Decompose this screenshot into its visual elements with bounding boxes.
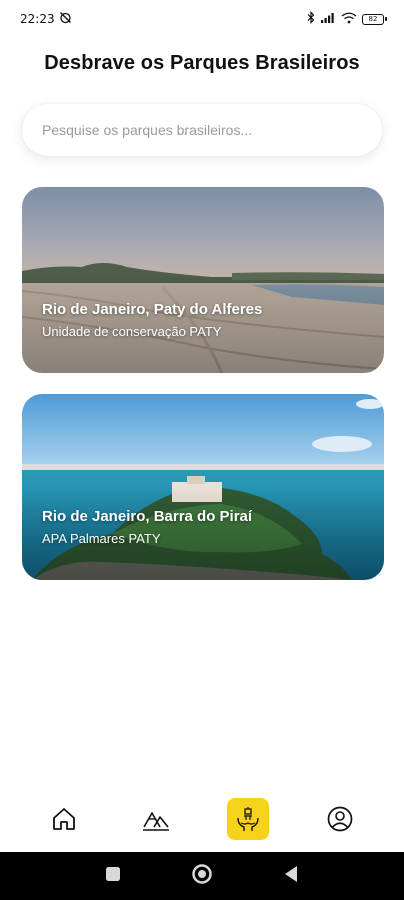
alarm-off-icon: [59, 11, 72, 27]
page-title: Desbrave os Parques Brasileiros: [44, 52, 360, 74]
bottom-nav: [0, 788, 404, 850]
battery-icon: 82: [362, 13, 387, 25]
status-time: 22:23: [20, 12, 55, 26]
search-input[interactable]: [42, 122, 362, 138]
park-image: [22, 187, 384, 373]
signal-icon: [320, 12, 336, 26]
conservation-icon: [237, 807, 259, 831]
park-title: Rio de Janeiro, Paty do Alferes: [42, 301, 263, 318]
nav-profile[interactable]: [319, 798, 361, 840]
square-icon: [106, 866, 120, 881]
mountain-icon: [143, 812, 169, 831]
park-card-text: Rio de Janeiro, Paty do Alferes Unidade …: [42, 301, 262, 339]
search-box[interactable]: [22, 104, 382, 156]
nav-conservation[interactable]: [227, 798, 269, 840]
park-subtitle: Unidade de conservação PATY: [42, 324, 222, 339]
nav-parks[interactable]: [135, 798, 177, 840]
circle-icon: [192, 863, 212, 884]
park-title: Rio de Janeiro, Barra do Piraí: [42, 508, 253, 525]
back-triangle-icon: [285, 865, 297, 882]
system-nav-bar: [0, 852, 404, 900]
home-icon: [53, 808, 75, 830]
park-subtitle: APA Palmares PATY: [42, 531, 161, 546]
park-image: [22, 394, 384, 580]
bluetooth-icon: [307, 11, 315, 27]
park-card[interactable]: Rio de Janeiro, Barra do Piraí APA Palma…: [22, 394, 384, 580]
nav-home[interactable]: [43, 798, 85, 840]
profile-icon: [327, 806, 353, 832]
status-bar: 22:23 82: [0, 0, 404, 38]
recent-apps-button[interactable]: [105, 866, 121, 887]
back-button[interactable]: [283, 865, 299, 888]
wifi-icon: [341, 12, 357, 27]
status-left: 22:23: [20, 11, 72, 27]
status-right: 82: [307, 11, 387, 27]
park-card-text: Rio de Janeiro, Barra do Piraí APA Palma…: [42, 508, 252, 546]
park-card[interactable]: Rio de Janeiro, Paty do Alferes Unidade …: [22, 187, 384, 373]
home-button[interactable]: [191, 863, 213, 890]
